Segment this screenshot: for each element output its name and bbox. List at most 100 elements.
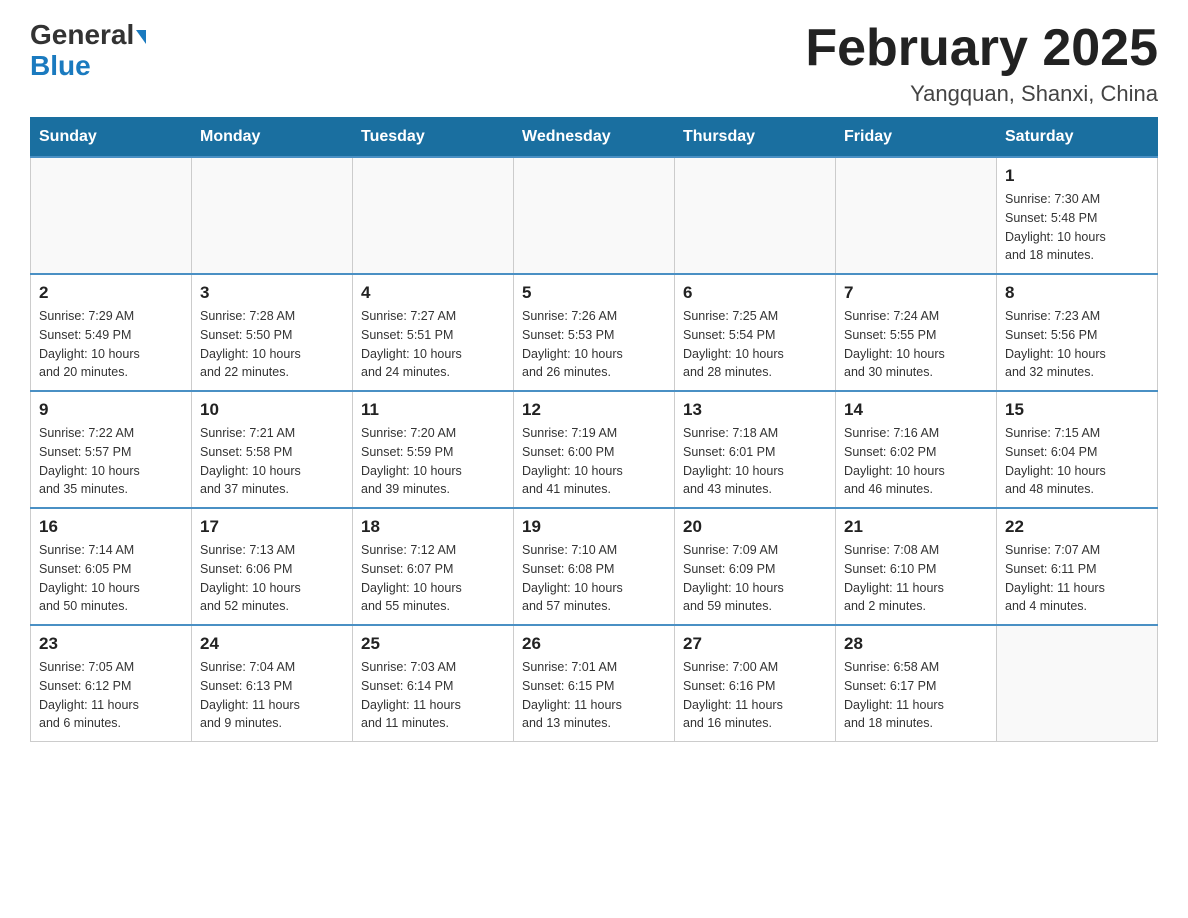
day-number: 26 [522, 634, 666, 654]
day-number: 14 [844, 400, 988, 420]
day-info: Sunrise: 7:04 AMSunset: 6:13 PMDaylight:… [200, 658, 344, 733]
calendar-week-3: 9 Sunrise: 7:22 AMSunset: 5:57 PMDaylight… [31, 391, 1158, 508]
day-number: 22 [1005, 517, 1149, 537]
day-info: Sunrise: 7:00 AMSunset: 6:16 PMDaylight:… [683, 658, 827, 733]
day-info: Sunrise: 7:18 AMSunset: 6:01 PMDaylight:… [683, 424, 827, 499]
calendar-cell: 13 Sunrise: 7:18 AMSunset: 6:01 PMDayligh… [675, 391, 836, 508]
page-header: General Blue February 2025 Yangquan, Sha… [30, 20, 1158, 107]
calendar-cell: 18 Sunrise: 7:12 AMSunset: 6:07 PMDayligh… [353, 508, 514, 625]
day-number: 24 [200, 634, 344, 654]
day-number: 11 [361, 400, 505, 420]
calendar-cell: 28Sunrise: 6:58 AMSunset: 6:17 PMDayligh… [836, 625, 997, 742]
day-info: Sunrise: 7:23 AMSunset: 5:56 PMDaylight:… [1005, 307, 1149, 382]
calendar-cell: 24 Sunrise: 7:04 AMSunset: 6:13 PMDayligh… [192, 625, 353, 742]
day-number: 8 [1005, 283, 1149, 303]
calendar-cell: 1Sunrise: 7:30 AMSunset: 5:48 PMDaylight… [997, 157, 1158, 274]
calendar-cell: 10 Sunrise: 7:21 AMSunset: 5:58 PMDayligh… [192, 391, 353, 508]
day-number: 20 [683, 517, 827, 537]
day-info: Sunrise: 7:03 AMSunset: 6:14 PMDaylight:… [361, 658, 505, 733]
calendar-cell: 15 Sunrise: 7:15 AMSunset: 6:04 PMDayligh… [997, 391, 1158, 508]
weekday-header-friday: Friday [836, 118, 997, 158]
day-info: Sunrise: 7:05 AMSunset: 6:12 PMDaylight:… [39, 658, 183, 733]
calendar-cell: 4Sunrise: 7:27 AMSunset: 5:51 PMDaylight… [353, 274, 514, 391]
calendar-cell [353, 157, 514, 274]
calendar-week-5: 23 Sunrise: 7:05 AMSunset: 6:12 PMDayligh… [31, 625, 1158, 742]
weekday-header-thursday: Thursday [675, 118, 836, 158]
day-info: Sunrise: 7:10 AMSunset: 6:08 PMDaylight:… [522, 541, 666, 616]
calendar-cell: 17 Sunrise: 7:13 AMSunset: 6:06 PMDayligh… [192, 508, 353, 625]
day-number: 4 [361, 283, 505, 303]
calendar-cell [31, 157, 192, 274]
day-number: 28 [844, 634, 988, 654]
day-number: 23 [39, 634, 183, 654]
logo-general: General [30, 19, 134, 50]
location-subtitle: Yangquan, Shanxi, China [805, 81, 1158, 107]
day-info: Sunrise: 7:26 AMSunset: 5:53 PMDaylight:… [522, 307, 666, 382]
calendar-cell: 7 Sunrise: 7:24 AMSunset: 5:55 PMDaylight… [836, 274, 997, 391]
title-section: February 2025 Yangquan, Shanxi, China [805, 20, 1158, 107]
logo-blue: Blue [30, 50, 91, 81]
day-number: 5 [522, 283, 666, 303]
calendar-cell: 11 Sunrise: 7:20 AMSunset: 5:59 PMDayligh… [353, 391, 514, 508]
calendar-table: SundayMondayTuesdayWednesdayThursdayFrid… [30, 117, 1158, 742]
day-number: 27 [683, 634, 827, 654]
calendar-week-2: 2 Sunrise: 7:29 AMSunset: 5:49 PMDaylight… [31, 274, 1158, 391]
calendar-cell [192, 157, 353, 274]
day-number: 10 [200, 400, 344, 420]
day-info: Sunrise: 7:07 AMSunset: 6:11 PMDaylight:… [1005, 541, 1149, 616]
calendar-cell: 19Sunrise: 7:10 AMSunset: 6:08 PMDayligh… [514, 508, 675, 625]
weekday-header-saturday: Saturday [997, 118, 1158, 158]
calendar-cell: 25Sunrise: 7:03 AMSunset: 6:14 PMDayligh… [353, 625, 514, 742]
day-number: 21 [844, 517, 988, 537]
day-info: Sunrise: 7:01 AMSunset: 6:15 PMDaylight:… [522, 658, 666, 733]
day-number: 9 [39, 400, 183, 420]
day-number: 17 [200, 517, 344, 537]
weekday-header-tuesday: Tuesday [353, 118, 514, 158]
calendar-cell: 3 Sunrise: 7:28 AMSunset: 5:50 PMDaylight… [192, 274, 353, 391]
day-number: 16 [39, 517, 183, 537]
day-info: Sunrise: 7:28 AMSunset: 5:50 PMDaylight:… [200, 307, 344, 382]
day-info: Sunrise: 7:12 AMSunset: 6:07 PMDaylight:… [361, 541, 505, 616]
day-number: 13 [683, 400, 827, 420]
day-info: Sunrise: 7:24 AMSunset: 5:55 PMDaylight:… [844, 307, 988, 382]
day-info: Sunrise: 7:20 AMSunset: 5:59 PMDaylight:… [361, 424, 505, 499]
weekday-header-wednesday: Wednesday [514, 118, 675, 158]
day-number: 3 [200, 283, 344, 303]
day-info: Sunrise: 7:15 AMSunset: 6:04 PMDaylight:… [1005, 424, 1149, 499]
day-number: 12 [522, 400, 666, 420]
calendar-cell: 21 Sunrise: 7:08 AMSunset: 6:10 PMDayligh… [836, 508, 997, 625]
calendar-cell [997, 625, 1158, 742]
month-title: February 2025 [805, 20, 1158, 77]
calendar-cell: 8 Sunrise: 7:23 AMSunset: 5:56 PMDaylight… [997, 274, 1158, 391]
logo-arrow-icon [136, 30, 146, 44]
day-info: Sunrise: 7:29 AMSunset: 5:49 PMDaylight:… [39, 307, 183, 382]
calendar-header-row: SundayMondayTuesdayWednesdayThursdayFrid… [31, 118, 1158, 158]
day-info: Sunrise: 7:21 AMSunset: 5:58 PMDaylight:… [200, 424, 344, 499]
day-info: Sunrise: 7:25 AMSunset: 5:54 PMDaylight:… [683, 307, 827, 382]
calendar-cell: 23 Sunrise: 7:05 AMSunset: 6:12 PMDayligh… [31, 625, 192, 742]
calendar-cell: 6 Sunrise: 7:25 AMSunset: 5:54 PMDaylight… [675, 274, 836, 391]
weekday-header-monday: Monday [192, 118, 353, 158]
day-number: 15 [1005, 400, 1149, 420]
calendar-cell: 2 Sunrise: 7:29 AMSunset: 5:49 PMDaylight… [31, 274, 192, 391]
calendar-cell: 5 Sunrise: 7:26 AMSunset: 5:53 PMDaylight… [514, 274, 675, 391]
calendar-week-1: 1Sunrise: 7:30 AMSunset: 5:48 PMDaylight… [31, 157, 1158, 274]
weekday-header-sunday: Sunday [31, 118, 192, 158]
day-number: 18 [361, 517, 505, 537]
calendar-cell: 9 Sunrise: 7:22 AMSunset: 5:57 PMDaylight… [31, 391, 192, 508]
calendar-cell [836, 157, 997, 274]
calendar-cell: 27 Sunrise: 7:00 AMSunset: 6:16 PMDayligh… [675, 625, 836, 742]
calendar-week-4: 16 Sunrise: 7:14 AMSunset: 6:05 PMDayligh… [31, 508, 1158, 625]
day-number: 2 [39, 283, 183, 303]
calendar-cell: 26 Sunrise: 7:01 AMSunset: 6:15 PMDayligh… [514, 625, 675, 742]
day-info: Sunrise: 7:08 AMSunset: 6:10 PMDaylight:… [844, 541, 988, 616]
day-info: Sunrise: 7:09 AMSunset: 6:09 PMDaylight:… [683, 541, 827, 616]
day-number: 6 [683, 283, 827, 303]
day-info: Sunrise: 7:13 AMSunset: 6:06 PMDaylight:… [200, 541, 344, 616]
calendar-cell: 22 Sunrise: 7:07 AMSunset: 6:11 PMDayligh… [997, 508, 1158, 625]
day-number: 7 [844, 283, 988, 303]
day-info: Sunrise: 7:14 AMSunset: 6:05 PMDaylight:… [39, 541, 183, 616]
day-info: Sunrise: 7:22 AMSunset: 5:57 PMDaylight:… [39, 424, 183, 499]
calendar-cell: 16 Sunrise: 7:14 AMSunset: 6:05 PMDayligh… [31, 508, 192, 625]
day-info: Sunrise: 7:19 AMSunset: 6:00 PMDaylight:… [522, 424, 666, 499]
